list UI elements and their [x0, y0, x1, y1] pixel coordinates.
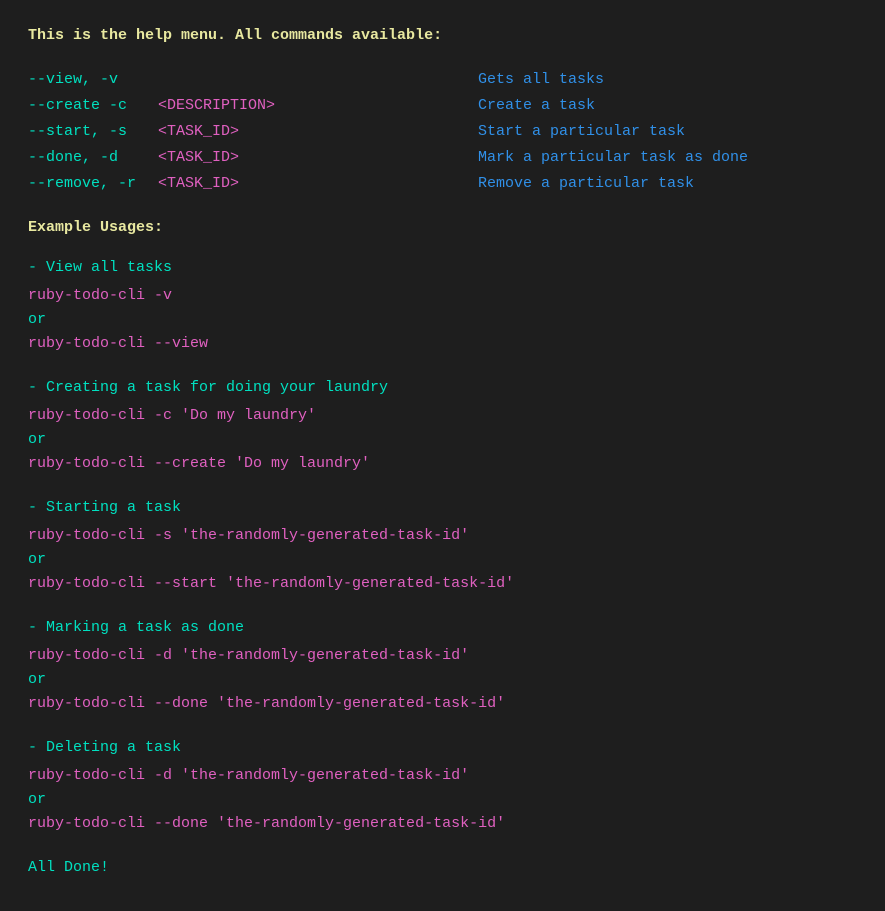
all-done-message: All Done!	[28, 856, 857, 880]
example-section: - Starting a task ruby-todo-cli -s 'the-r…	[28, 496, 857, 596]
example-title: - Marking a task as done	[28, 616, 857, 640]
command-row: --remove, -r<TASK_ID> Remove a particular…	[28, 172, 857, 196]
command-arg: <DESCRIPTION>	[158, 94, 318, 118]
example-code: ruby-todo-cli --done 'the-randomly-gener…	[28, 812, 857, 836]
command-description: Mark a particular task as done	[478, 146, 748, 170]
command-arg: <TASK_ID>	[158, 146, 318, 170]
example-or: or	[28, 308, 857, 332]
example-section: - View all tasks ruby-todo-cli -vorruby-t…	[28, 256, 857, 356]
example-code: ruby-todo-cli -d 'the-randomly-generated…	[28, 644, 857, 668]
examples-container: - View all tasksruby-todo-cli -vorruby-t…	[28, 256, 857, 836]
example-or: or	[28, 548, 857, 572]
terminal-window: This is the help menu. All commands avai…	[28, 24, 857, 880]
command-arg: <TASK_ID>	[158, 120, 318, 144]
command-row: --start, -s<TASK_ID> Start a particular t…	[28, 120, 857, 144]
command-flag: --done, -d	[28, 146, 158, 170]
example-code: ruby-todo-cli --view	[28, 332, 857, 356]
commands-table: --view, -vGets all tasks--create -c<DESC…	[28, 68, 857, 196]
example-or: or	[28, 428, 857, 452]
command-description: Create a task	[478, 94, 595, 118]
command-row: --create -c<DESCRIPTION> Create a task	[28, 94, 857, 118]
example-code: ruby-todo-cli -c 'Do my laundry'	[28, 404, 857, 428]
example-title: - Creating a task for doing your laundry	[28, 376, 857, 400]
example-code: ruby-todo-cli -s 'the-randomly-generated…	[28, 524, 857, 548]
command-row: --view, -v Gets all tasks	[28, 68, 857, 92]
example-or: or	[28, 668, 857, 692]
command-flag: --view, -v	[28, 68, 158, 92]
example-code: ruby-todo-cli --done 'the-randomly-gener…	[28, 692, 857, 716]
command-arg: <TASK_ID>	[158, 172, 318, 196]
example-code: ruby-todo-cli --create 'Do my laundry'	[28, 452, 857, 476]
command-row: --done, -d<TASK_ID> Mark a particular tas…	[28, 146, 857, 170]
command-description: Remove a particular task	[478, 172, 694, 196]
examples-header: Example Usages:	[28, 216, 857, 240]
example-section: - Deleting a task ruby-todo-cli -d 'the-r…	[28, 736, 857, 836]
example-or: or	[28, 788, 857, 812]
example-section: - Marking a task as done ruby-todo-cli -d…	[28, 616, 857, 716]
command-description: Start a particular task	[478, 120, 685, 144]
example-title: - Starting a task	[28, 496, 857, 520]
example-code: ruby-todo-cli --start 'the-randomly-gene…	[28, 572, 857, 596]
example-title: - Deleting a task	[28, 736, 857, 760]
example-title: - View all tasks	[28, 256, 857, 280]
command-flag: --start, -s	[28, 120, 158, 144]
help-header: This is the help menu. All commands avai…	[28, 24, 857, 48]
command-description: Gets all tasks	[478, 68, 604, 92]
command-flag: --create -c	[28, 94, 158, 118]
example-code: ruby-todo-cli -d 'the-randomly-generated…	[28, 764, 857, 788]
example-section: - Creating a task for doing your laundry…	[28, 376, 857, 476]
example-code: ruby-todo-cli -v	[28, 284, 857, 308]
command-flag: --remove, -r	[28, 172, 158, 196]
